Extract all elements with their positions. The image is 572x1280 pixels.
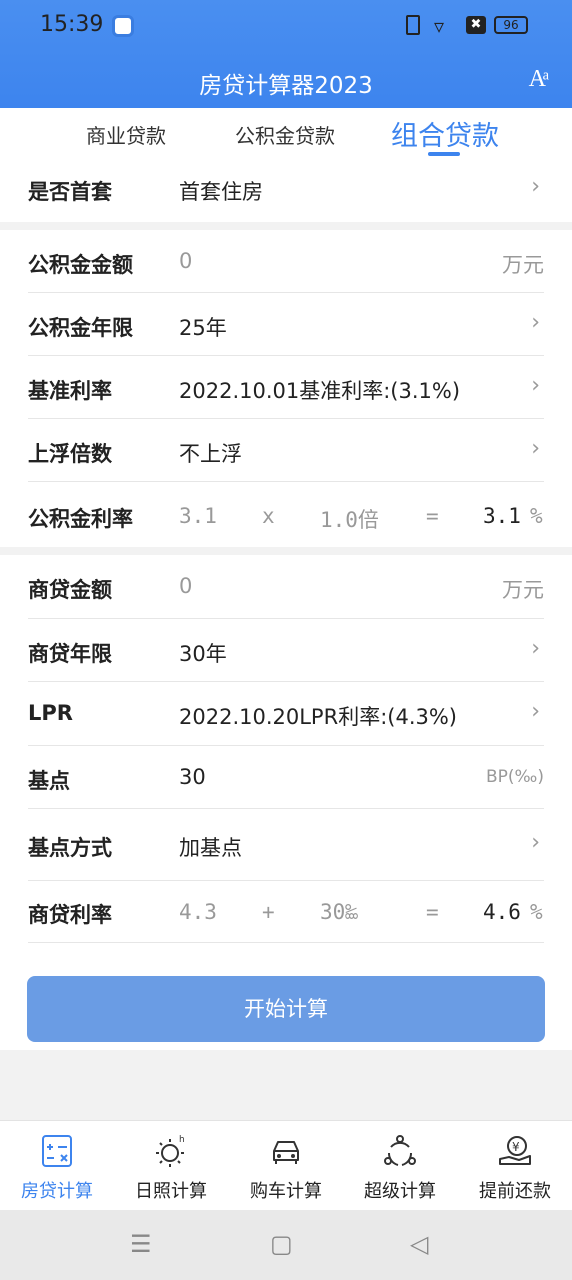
no-sim-icon: ✖ — [466, 16, 486, 34]
fund-amount-input[interactable]: 0 — [179, 249, 192, 273]
start-calculation-button[interactable]: 开始计算 — [27, 976, 545, 1042]
active-tab-indicator — [428, 152, 460, 156]
fund-years-value: 25年 — [179, 316, 227, 340]
basis-point-unit: BP(‰) — [486, 767, 544, 787]
fund-rate-row: 公积金利率 3.1 x 1.0倍 = 3.1 % — [28, 482, 544, 547]
first-home-label: 是否首套 — [28, 180, 112, 204]
basis-point-mode-row[interactable]: 基点方式 加基点 › — [28, 809, 544, 881]
basis-point-mode-label: 基点方式 — [28, 836, 112, 860]
font-size-icon[interactable]: Aͣ — [529, 64, 546, 93]
svg-text:¥: ¥ — [512, 1140, 520, 1154]
fund-loan-panel: 公积金金额 0 万元 公积金年限 25年 › 基准利率 2022.10.01基准… — [0, 230, 572, 547]
wifi-icon: ▿ — [434, 14, 445, 38]
status-time: 15:39 — [40, 12, 104, 37]
svg-text:h: h — [179, 1135, 185, 1145]
fund-rate-base: 3.1 — [179, 504, 217, 528]
commercial-rate-bp: 30‱ — [320, 900, 358, 924]
nav-car-calc[interactable]: 购车计算 — [229, 1133, 343, 1203]
fund-amount-row[interactable]: 公积金金额 0 万元 — [28, 230, 544, 293]
app-header: 15:39 ▿ ✖ 96 房贷计算器2023 Aͣ — [0, 0, 572, 108]
fund-rate-equals: = — [426, 504, 439, 528]
nav-super-calc[interactable]: 超级计算 — [343, 1133, 457, 1203]
nodes-icon — [384, 1135, 416, 1166]
chevron-right-icon: › — [531, 174, 540, 199]
app-notification-icon — [112, 15, 134, 37]
page-title: 房贷计算器2023 — [199, 73, 373, 99]
chevron-right-icon: › — [531, 373, 540, 398]
tab-combined-loan[interactable]: 组合贷款 — [391, 114, 499, 153]
lpr-value: 2022.10.20LPR利率:(4.3%) — [179, 705, 458, 729]
nav-label: 房贷计算 — [21, 1181, 93, 1202]
fund-rate-operator: x — [262, 504, 275, 528]
chevron-right-icon: › — [531, 436, 540, 461]
first-home-row[interactable]: 是否首套 首套住房 › — [28, 158, 544, 222]
fund-years-row[interactable]: 公积金年限 25年 › — [28, 293, 544, 356]
car-icon — [273, 1141, 299, 1164]
tab-commercial-loan[interactable]: 商业贷款 — [86, 120, 166, 149]
chevron-right-icon: › — [531, 310, 540, 335]
status-bar: 15:39 ▿ ✖ 96 — [0, 10, 572, 42]
nav-label: 超级计算 — [364, 1181, 436, 1202]
base-rate-row[interactable]: 基准利率 2022.10.01基准利率:(3.1%) › — [28, 356, 544, 419]
commercial-years-row[interactable]: 商贷年限 30年 › — [28, 619, 544, 682]
float-multiplier-value: 不上浮 — [179, 442, 242, 466]
commercial-rate-unit: % — [530, 900, 543, 924]
menu-icon[interactable]: ☰ — [130, 1230, 152, 1258]
commercial-years-value: 30年 — [179, 642, 227, 666]
commercial-rate-equals: = — [426, 900, 439, 924]
back-icon[interactable]: ◁ — [410, 1230, 428, 1258]
fund-rate-unit: % — [530, 504, 543, 528]
home-icon[interactable]: ▢ — [270, 1230, 293, 1258]
first-home-value: 首套住房 — [179, 180, 263, 204]
base-rate-label: 基准利率 — [28, 379, 112, 403]
nav-label: 日照计算 — [135, 1181, 207, 1202]
commercial-amount-input[interactable]: 0 — [179, 574, 192, 598]
float-multiplier-row[interactable]: 上浮倍数 不上浮 › — [28, 419, 544, 482]
calculator-icon — [42, 1135, 72, 1167]
first-home-panel: 是否首套 首套住房 › — [0, 158, 572, 222]
commercial-amount-row[interactable]: 商贷金额 0 万元 — [28, 555, 544, 619]
tab-fund-loan[interactable]: 公积金贷款 — [235, 120, 335, 149]
yen-hand-icon: ¥ — [499, 1136, 531, 1165]
base-rate-value: 2022.10.01基准利率:(3.1%) — [179, 379, 461, 403]
commercial-amount-label: 商贷金额 — [28, 578, 112, 602]
loan-type-tabs: 商业贷款 公积金贷款 组合贷款 — [0, 108, 572, 158]
basis-point-mode-value: 加基点 — [179, 836, 242, 860]
nav-sunlight-calc[interactable]: h 日照计算 — [114, 1133, 228, 1203]
commercial-amount-unit: 万元 — [502, 578, 544, 602]
commercial-years-label: 商贷年限 — [28, 642, 112, 666]
basis-point-label: 基点 — [28, 769, 70, 793]
fund-amount-label: 公积金金额 — [28, 253, 133, 277]
float-multiplier-label: 上浮倍数 — [28, 442, 112, 466]
sun-icon: h — [156, 1135, 185, 1167]
fund-years-label: 公积金年限 — [28, 316, 133, 340]
chevron-right-icon: › — [531, 636, 540, 661]
nav-label: 提前还款 — [479, 1181, 551, 1202]
commercial-rate-base: 4.3 — [179, 900, 217, 924]
vibrate-icon — [406, 15, 420, 35]
commercial-rate-result: 4.6 — [483, 900, 521, 924]
fund-rate-multiplier: 1.0倍 — [320, 508, 379, 532]
fund-amount-unit: 万元 — [502, 253, 544, 277]
nav-prepayment-calc[interactable]: ¥ 提前还款 — [458, 1133, 572, 1203]
lpr-label: LPR — [28, 701, 73, 725]
commercial-rate-operator: + — [262, 900, 275, 924]
system-navigation-bar: ☰ ▢ ◁ — [0, 1210, 572, 1280]
commercial-rate-row: 商贷利率 4.3 + 30‱ = 4.6 % — [28, 881, 544, 943]
fund-rate-label: 公积金利率 — [28, 507, 133, 531]
basis-point-row[interactable]: 基点 30 BP(‰) — [28, 746, 544, 809]
basis-point-input[interactable]: 30 — [179, 765, 206, 789]
commercial-rate-label: 商贷利率 — [28, 903, 112, 927]
nav-label: 购车计算 — [250, 1181, 322, 1202]
battery-icon: 96 — [494, 16, 528, 34]
chevron-right-icon: › — [531, 830, 540, 855]
nav-mortgage-calc[interactable]: 房贷计算 — [0, 1133, 114, 1203]
chevron-right-icon: › — [531, 699, 540, 724]
bottom-navigation: 房贷计算 h 日照计算 购车计算 超级计算 ¥ 提前还款 — [0, 1120, 572, 1210]
fund-rate-result: 3.1 — [483, 504, 521, 528]
lpr-row[interactable]: LPR 2022.10.20LPR利率:(4.3%) › — [28, 682, 544, 746]
